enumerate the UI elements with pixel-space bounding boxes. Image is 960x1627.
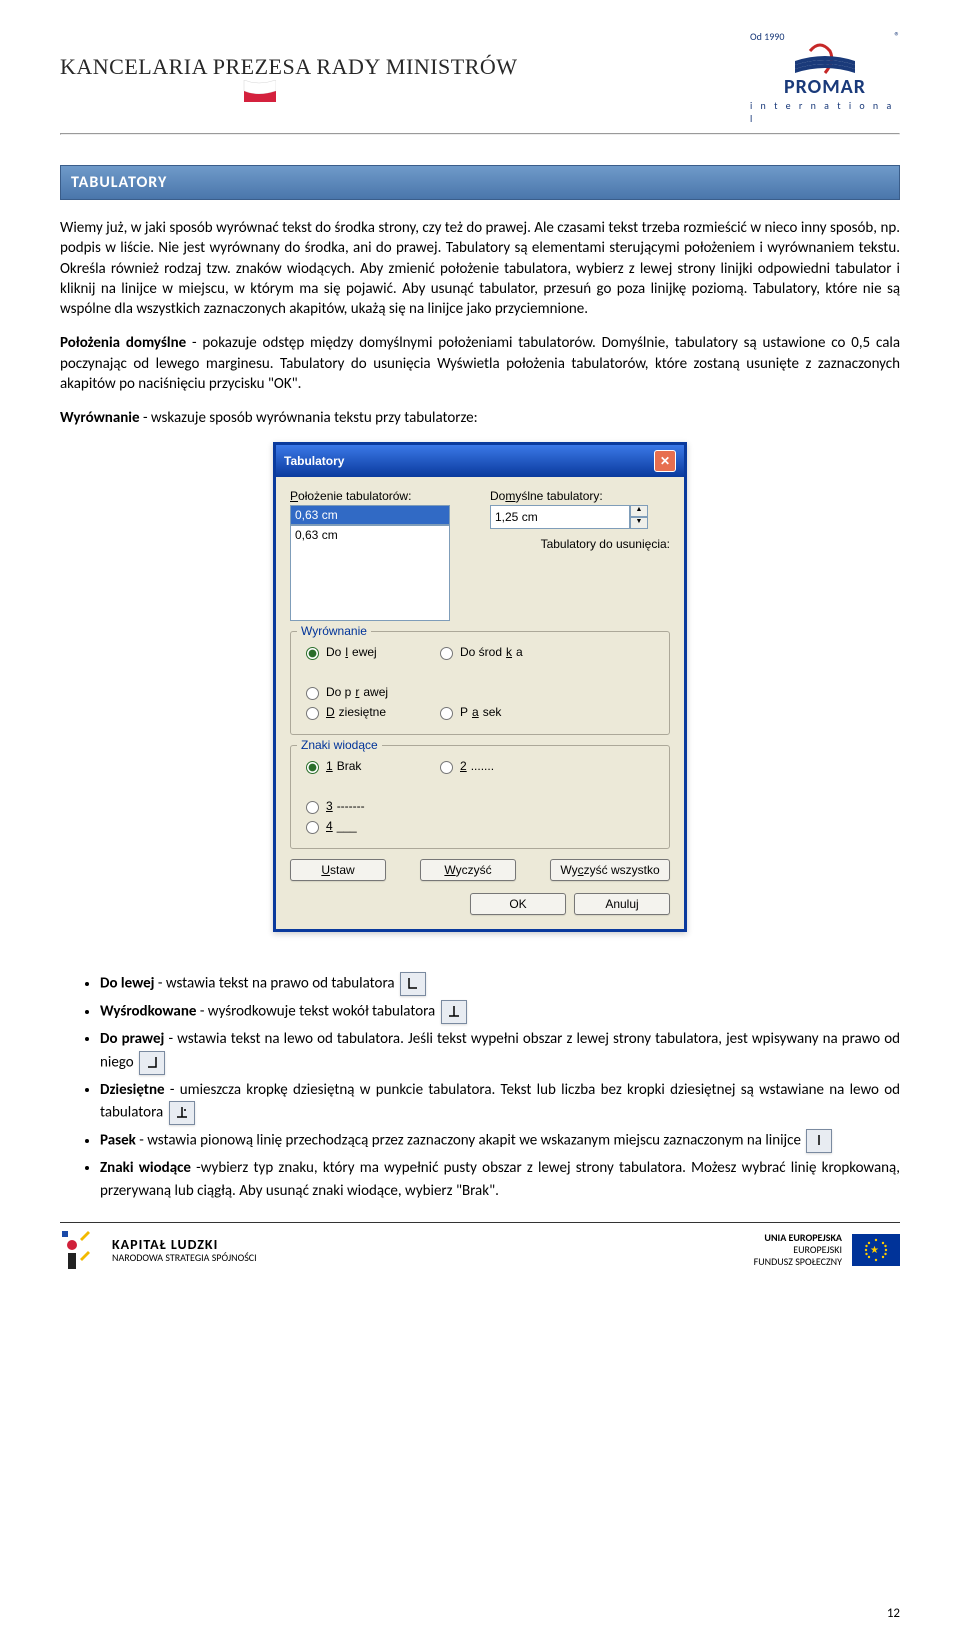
radio-leader-3[interactable]: 3 ------- [301, 798, 411, 814]
radio-center[interactable]: Do środka [435, 644, 545, 660]
promar-logo: Od 1990 ® PROMAR i n t e r n a t i o n a… [750, 30, 900, 125]
pos-label: PPołożenie tabulatorów:ołożenie tabulato… [290, 489, 470, 503]
dialog-title-text: Tabulatory [284, 454, 344, 468]
registered-icon: ® [894, 30, 900, 43]
tabulatory-dialog: Tabulatory ✕ PPołożenie tabulatorów:ołoż… [273, 442, 687, 932]
position-input[interactable] [290, 505, 450, 525]
radio-leader-4[interactable]: 4 ___ [301, 818, 411, 834]
list-item: Dziesiętne - umieszcza kropkę dziesiętną… [100, 1079, 900, 1126]
leader-group: Znaki wiodące 1 Brak 2 ....... 3 -------… [290, 745, 670, 849]
dialog-titlebar: Tabulatory ✕ [276, 445, 684, 477]
paragraph-2: Położenia domyślne - pokazuje odstęp mię… [60, 333, 900, 394]
kapital-ludzki-icon [60, 1229, 102, 1271]
p3-rest: - wskazuje sposób wyrównania tekstu przy… [140, 409, 478, 427]
radio-leader-2[interactable]: 2 ....... [435, 758, 545, 774]
tab-types-list: Do lewej - wstawia tekst na prawo od tab… [70, 972, 900, 1202]
def-label: Domyślne tabulatory: [490, 489, 670, 503]
paragraph-1: Wiemy już, w jaki sposób wyrównać tekst … [60, 218, 900, 319]
tab-left-icon [400, 972, 426, 996]
tab-decimal-icon [169, 1101, 195, 1125]
cancel-button[interactable]: Anuluj [574, 893, 670, 915]
p2-bold: Położenia domyślne [60, 334, 186, 352]
radio-bar[interactable]: Pasek [435, 704, 545, 720]
leader-legend: Znaki wiodące [297, 738, 382, 752]
ok-button[interactable]: OK [470, 893, 566, 915]
eu-flag-icon [852, 1234, 900, 1266]
list-item: Do lewej - wstawia tekst na prawo od tab… [100, 972, 900, 996]
remove-label: Tabulatory do usunięcia: [490, 537, 670, 551]
list-item: Pasek - wstawia pionową linię przechodzą… [100, 1129, 900, 1153]
close-icon[interactable]: ✕ [654, 450, 676, 472]
default-tab-input[interactable] [490, 505, 630, 529]
paragraph-3: Wyrównanie - wskazuje sposób wyrównania … [60, 408, 900, 428]
set-button[interactable]: Ustaw [290, 859, 386, 881]
radio-left[interactable]: Do lewej [301, 644, 411, 660]
promar-name: PROMAR [784, 75, 866, 99]
header-rule [60, 133, 900, 135]
tab-center-icon [441, 1000, 467, 1024]
radio-right[interactable]: Do prawej [301, 684, 411, 700]
page-number: 12 [887, 1606, 900, 1621]
clear-button[interactable]: Wyczyść [420, 859, 516, 881]
promar-since: Od 1990 [750, 30, 784, 43]
list-item[interactable]: 0,63 cm [295, 528, 445, 542]
promar-book-icon [790, 43, 860, 75]
kl-title: KAPITAŁ LUDZKI [112, 1237, 257, 1252]
promar-intl: i n t e r n a t i o n a l [750, 99, 900, 125]
kl-subtitle: NARODOWA STRATEGIA SPÓJNOŚCI [112, 1252, 257, 1263]
tab-right-icon [139, 1051, 165, 1075]
alignment-group: Wyrównanie Do lewej Do środka Do prawej … [290, 631, 670, 735]
clear-all-button[interactable]: Wyczyść wszystko [550, 859, 670, 881]
list-item: Znaki wiodące -wybierz typ znaku, który … [100, 1157, 900, 1202]
list-item: Wyśrodkowane - wyśrodkowuje tekst wokół … [100, 1000, 900, 1024]
list-item: Do prawej - wstawia tekst na lewo od tab… [100, 1028, 900, 1075]
section-title: TABULATORY [60, 165, 900, 200]
p3-bold: Wyrównanie [60, 409, 140, 427]
position-list[interactable]: 0,63 cm [290, 525, 450, 621]
align-legend: Wyrównanie [297, 624, 371, 638]
spinner-icon[interactable]: ▲▼ [630, 505, 648, 529]
eu-line3: FUNDUSZ SPOŁECZNY [754, 1256, 842, 1268]
org-name: KANCELARIA PREZESA RADY MINISTRÓW [60, 54, 518, 80]
polish-flag-icon [240, 80, 276, 102]
tab-bar-icon [806, 1129, 832, 1153]
radio-leader-1[interactable]: 1 Brak [301, 758, 411, 774]
radio-decimal[interactable]: Dziesiętne [301, 704, 411, 720]
page-header: KANCELARIA PREZESA RADY MINISTRÓW Od 199… [60, 30, 900, 125]
p2-rest: - pokazuje odstęp między domyślnymi poło… [60, 334, 900, 393]
page-footer: KAPITAŁ LUDZKI NARODOWA STRATEGIA SPÓJNO… [60, 1222, 900, 1271]
